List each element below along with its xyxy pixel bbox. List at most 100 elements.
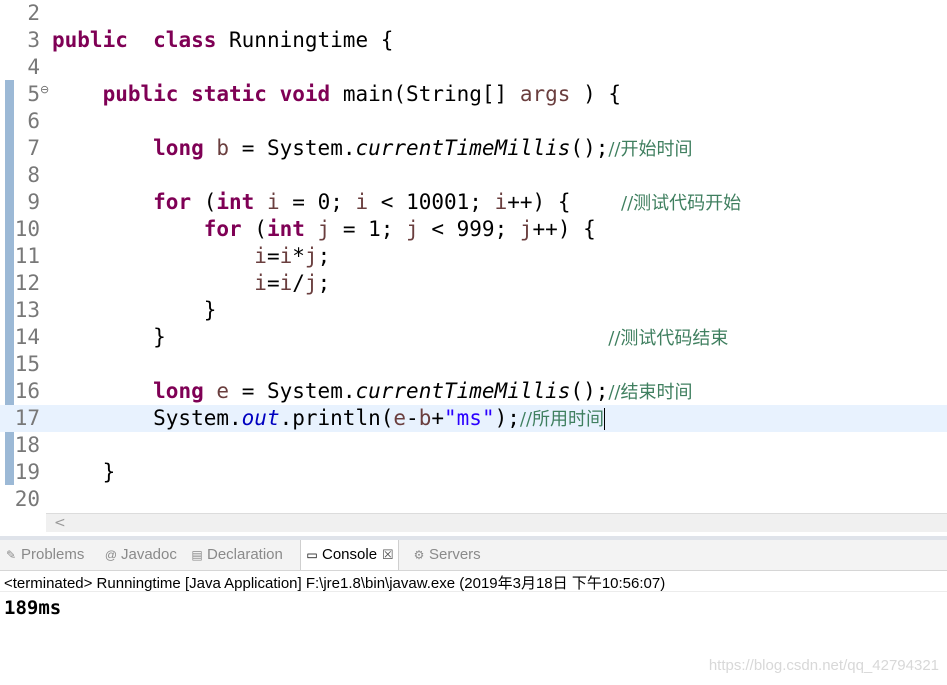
tab-console[interactable]: ▭ Console ☒ (300, 540, 399, 570)
code-token: j (304, 244, 318, 268)
code-line[interactable]: 11 i=i*j; (0, 243, 947, 270)
code-token: = (266, 271, 280, 295)
code-token: - (406, 406, 419, 430)
code-token: //所用时间 (519, 409, 605, 430)
code-token: i (279, 244, 293, 268)
code-line[interactable]: 9 for (int i = 0; i < 10001; i++) { //测试… (0, 189, 947, 216)
line-number: 19 (14, 460, 40, 484)
console-output[interactable]: 189ms (4, 597, 61, 619)
problems-icon: ✎ (5, 548, 17, 562)
code-token: currentTimeMillis (355, 136, 571, 160)
line-number: 17 (14, 406, 40, 430)
code-line[interactable]: 14 } //测试代码结束 (0, 324, 947, 351)
code-token: ( (241, 217, 267, 241)
line-number: 4 (27, 55, 40, 79)
code-token: ); (494, 406, 520, 430)
line-number: 3 (27, 28, 40, 52)
code-token: for (153, 190, 192, 214)
code-line[interactable]: 12 i=i/j; (0, 270, 947, 297)
code-text: } (52, 297, 217, 324)
code-token: static (191, 82, 267, 106)
code-line[interactable]: 18 (0, 432, 947, 459)
code-token: = System. (229, 136, 356, 160)
line-number: 16 (14, 379, 40, 403)
code-token: = 1; (330, 217, 407, 241)
servers-icon: ⚙ (413, 548, 425, 562)
code-token: out (241, 406, 280, 430)
code-token: "ms" (444, 406, 495, 430)
code-token: j (406, 217, 419, 241)
code-line[interactable]: 16 long e = System.currentTimeMillis();/… (0, 378, 947, 405)
code-token: = 0; (279, 190, 356, 214)
line-number: 10 (14, 217, 40, 241)
code-token: (); (570, 136, 609, 160)
code-line[interactable]: 2 (0, 0, 947, 27)
code-token: } (52, 460, 116, 484)
code-token: Runningtime { (216, 28, 394, 52)
horizontal-scrollbar[interactable]: < (46, 513, 947, 532)
line-number: 20 (14, 487, 40, 510)
tab-problems[interactable]: ✎ Problems (4, 540, 84, 570)
code-token: public (52, 28, 128, 52)
code-line[interactable]: 13 } (0, 297, 947, 324)
code-token: i (494, 190, 508, 214)
code-line[interactable]: 17 System.out.println(e-b+"ms");//所用时间 (0, 405, 947, 432)
code-token: } (52, 298, 217, 322)
code-line[interactable]: 4 (0, 54, 947, 81)
code-token: System. (52, 406, 242, 430)
code-token: j (317, 217, 331, 241)
tab-javadoc[interactable]: @ Javadoc (104, 540, 177, 570)
javadoc-icon: @ (104, 548, 118, 562)
code-line[interactable]: 8 (0, 162, 947, 189)
console-status: <terminated> Runningtime [Java Applicati… (4, 575, 666, 592)
code-text: i=i/j; (52, 270, 330, 297)
code-line[interactable]: 20 (0, 486, 947, 510)
code-token: e (216, 379, 230, 403)
scroll-left-icon[interactable]: < (54, 514, 66, 532)
tab-declaration[interactable]: ▤ Declaration (190, 540, 283, 570)
code-token: i (355, 190, 369, 214)
code-text: i=i*j; (52, 243, 330, 270)
tab-servers[interactable]: ⚙ Servers (412, 540, 481, 570)
code-token: main(String[] (330, 82, 520, 106)
code-text: long b = System.currentTimeMillis();//开始… (52, 135, 692, 163)
code-line[interactable]: 5 ⊖ public static void main(String[] args… (0, 81, 947, 108)
line-number: 8 (27, 163, 40, 187)
code-token: j (519, 217, 533, 241)
code-line[interactable]: 3 public class Runningtime { (0, 27, 947, 54)
code-text: public class Runningtime { (52, 27, 393, 54)
close-tab-icon[interactable]: ☒ (382, 547, 394, 562)
code-text: for (int j = 1; j < 999; j++) { (52, 216, 596, 243)
code-line[interactable]: 19 } (0, 459, 947, 486)
code-line[interactable]: 7 long b = System.currentTimeMillis();//… (0, 135, 947, 162)
code-line[interactable]: 10 for (int j = 1; j < 999; j++) { (0, 216, 947, 243)
code-token: = System. (229, 379, 356, 403)
fold-toggle-icon[interactable]: ⊖ (40, 83, 49, 96)
code-token: args (519, 82, 571, 106)
code-token: j (304, 271, 318, 295)
tab-label: Console (322, 546, 378, 563)
code-token: .println( (279, 406, 394, 430)
console-divider (0, 591, 947, 592)
code-editor[interactable]: 2 3 public class Runningtime { 4 5 ⊖ public s… (0, 0, 947, 510)
declaration-icon: ▤ (191, 548, 203, 562)
code-token: currentTimeMillis (355, 379, 571, 403)
views-tab-bar: ✎ Problems @ Javadoc ▤ Declaration ▭ Console ☒ ⚙ S… (0, 540, 947, 571)
line-number: 11 (14, 244, 40, 268)
tab-label: Servers (429, 546, 481, 563)
code-token: ++) { (507, 190, 622, 214)
code-token: * (292, 244, 305, 268)
code-text: } //测试代码结束 (52, 324, 728, 352)
code-text: long e = System.currentTimeMillis();//结束… (52, 378, 692, 406)
code-line[interactable]: 15 (0, 351, 947, 378)
code-line[interactable]: 6 (0, 108, 947, 135)
